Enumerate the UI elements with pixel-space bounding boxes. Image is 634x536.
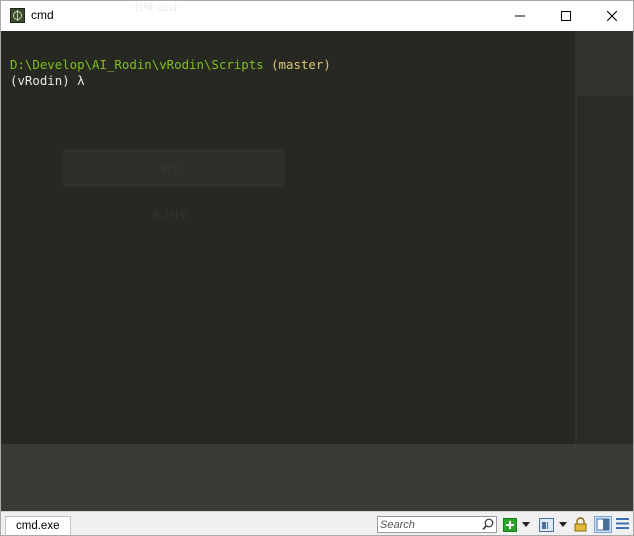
minimize-button[interactable]: [497, 1, 543, 31]
panes-dropdown-icon[interactable]: [559, 522, 567, 528]
background-stripe: [577, 96, 633, 446]
new-console-icon[interactable]: [503, 518, 517, 532]
maximize-button[interactable]: [543, 1, 589, 31]
close-icon: [607, 11, 617, 21]
cmder-app-icon[interactable]: [10, 8, 25, 23]
console-window: 선택: cmd cmd 확인 로그아웃 D:\Develop\AI_Rodin\…: [0, 0, 634, 536]
search-box[interactable]: [377, 516, 497, 533]
search-input[interactable]: [380, 517, 480, 532]
prompt-input-line[interactable]: (vRodin) λ: [10, 73, 85, 88]
search-icon[interactable]: [482, 518, 494, 531]
git-branch: (master): [263, 57, 331, 72]
current-path: D:\Develop\AI_Rodin\vRodin\Scripts: [10, 57, 264, 72]
lock-icon[interactable]: [574, 517, 587, 532]
minimize-icon: [515, 15, 525, 17]
status-bar: cmd.exe: [1, 511, 633, 535]
ghost-window-title: 선택: cmd: [134, 3, 177, 14]
menu-icon[interactable]: [616, 517, 629, 530]
console-area[interactable]: 확인 로그아웃 D:\Develop\AI_Rodin\vRodin\Scrip…: [1, 31, 575, 444]
prompt-text: (vRodin) λ: [10, 73, 85, 88]
new-console-dropdown-icon[interactable]: [522, 522, 530, 528]
maximize-icon: [561, 11, 571, 21]
ghost-link-label: 로그아웃: [151, 210, 188, 221]
prompt-path-line: D:\Develop\AI_Rodin\vRodin\Scripts (mast…: [10, 57, 331, 72]
window-title: cmd: [31, 8, 54, 22]
close-button[interactable]: [589, 1, 633, 31]
split-view-icon[interactable]: [594, 516, 612, 533]
background-fill: [1, 444, 633, 511]
title-bar[interactable]: 선택: cmd cmd: [1, 1, 633, 31]
ghost-button-label: 확인: [161, 163, 182, 176]
panes-icon[interactable]: [539, 518, 554, 532]
console-tab-label: cmd.exe: [16, 520, 60, 532]
console-tab[interactable]: cmd.exe: [5, 516, 71, 535]
